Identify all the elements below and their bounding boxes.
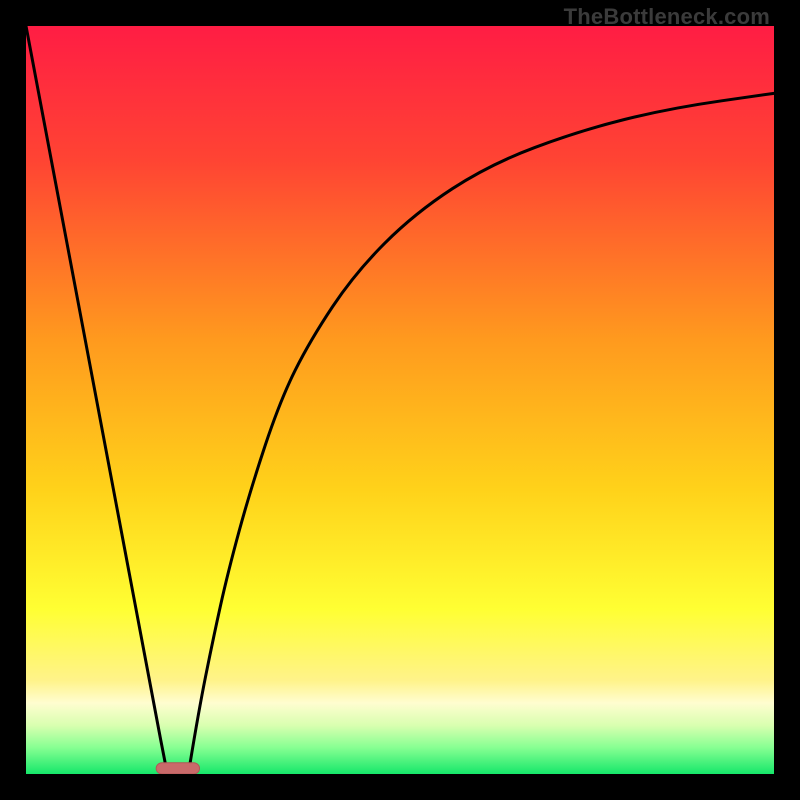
curve-layer <box>26 26 774 774</box>
left-branch-line <box>26 26 167 774</box>
watermark-text: TheBottleneck.com <box>564 4 770 30</box>
plot-area <box>26 26 774 774</box>
bottleneck-marker <box>156 763 199 774</box>
chart-frame: TheBottleneck.com <box>0 0 800 800</box>
right-branch-line <box>188 93 774 774</box>
